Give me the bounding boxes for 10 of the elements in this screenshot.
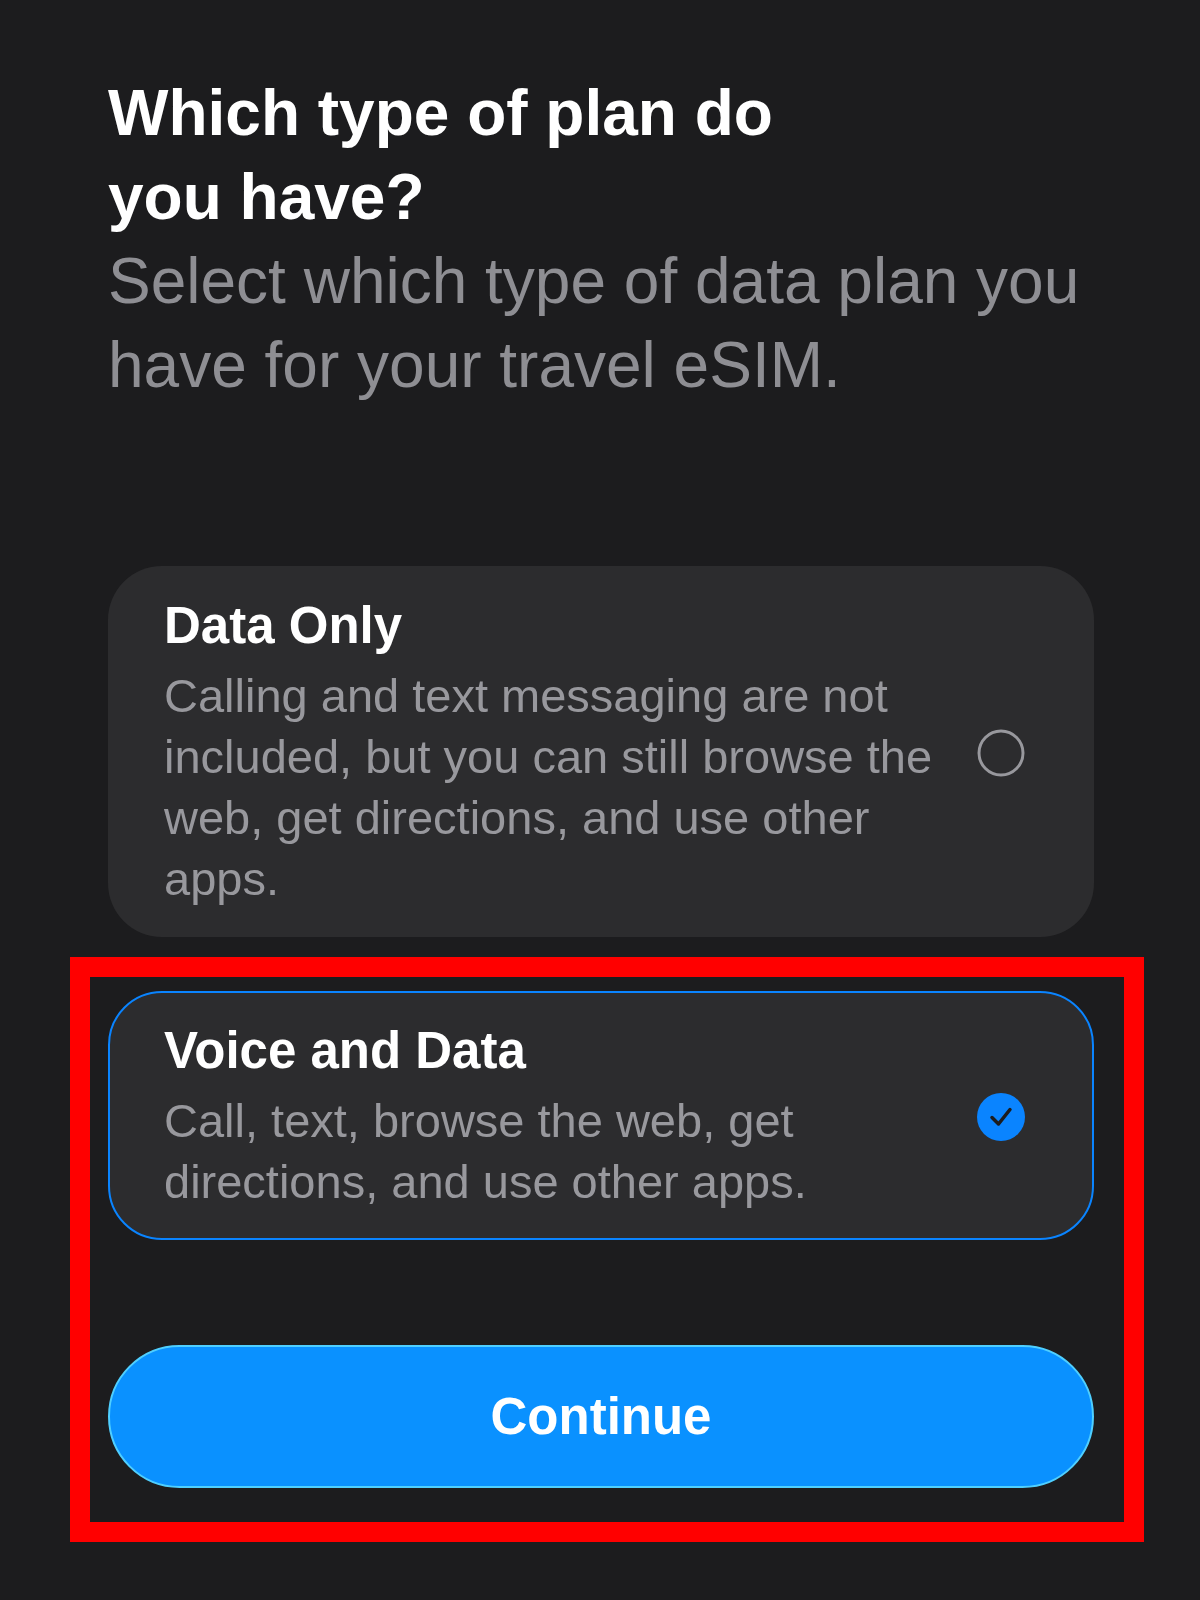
option-description: Call, text, browse the web, get directions, and use other apps. <box>164 1093 808 1210</box>
option-title: Data Only <box>164 596 403 656</box>
option-description: Calling and text messaging are not included, but you can still browse the web, get directions, and use other apps. <box>164 668 934 907</box>
option-title: Voice and Data <box>164 1021 526 1081</box>
check-circle-icon <box>977 1092 1025 1141</box>
radio-icon <box>977 728 1025 777</box>
plan-option-card[interactable]: Voice and Data Call, text, browse the web, get directions, and use other apps. <box>108 991 1094 1240</box>
page-title: Which type of plan do you have? <box>108 76 774 235</box>
plan-option-card[interactable]: Data Only Calling and text messaging are not included, but you can still browse the web, get directions, and use other apps. <box>108 566 1094 937</box>
page-subtitle: Select which type of data plan you have for your travel eSIM. <box>108 244 1081 403</box>
